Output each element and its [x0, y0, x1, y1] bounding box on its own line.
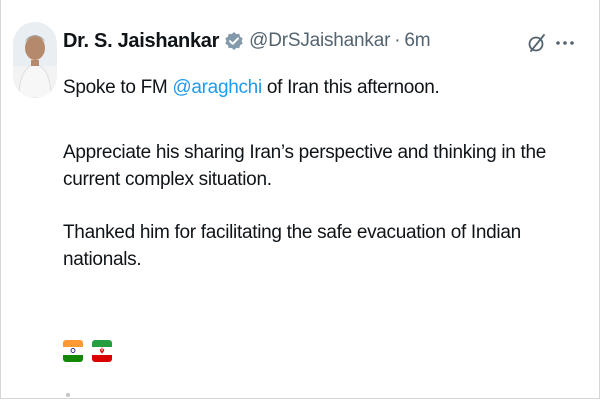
iran-flag-icon: [92, 340, 112, 362]
profile-avatar[interactable]: [13, 22, 57, 98]
post-line-1-end: of Iran this afternoon.: [261, 77, 440, 98]
more-options-icon[interactable]: [554, 32, 576, 54]
post-paragraph-2: Appreciate his sharing Iran’s perspectiv…: [63, 142, 547, 190]
post-paragraph-3: Thanked him for facilitating the safe ev…: [63, 222, 521, 270]
display-name[interactable]: Dr. S. Jaishankar: [63, 30, 219, 53]
post-timestamp[interactable]: 6m: [404, 30, 430, 52]
avatar-image: [13, 22, 57, 98]
post-line-1-start: Spoke to FM: [63, 77, 173, 98]
india-flag-icon: [63, 340, 83, 362]
user-handle[interactable]: @DrSJaishankar: [249, 30, 390, 52]
post-text: Spoke to FM @araghchi of Iran this after…: [63, 74, 583, 273]
post-card: Dr. S. Jaishankar @DrSJaishankar · 6m Sp…: [0, 0, 600, 399]
separator-dot: ·: [394, 30, 401, 51]
post-line-1: Spoke to FM @araghchi of Iran this after…: [63, 74, 583, 101]
post-header: Dr. S. Jaishankar @DrSJaishankar · 6m: [63, 28, 431, 54]
verified-badge-icon: [224, 31, 244, 51]
mention-link[interactable]: @araghchi: [172, 77, 262, 98]
action-bar-edge: [66, 393, 70, 397]
flag-emojis: [63, 340, 112, 362]
grok-icon[interactable]: [526, 32, 548, 54]
